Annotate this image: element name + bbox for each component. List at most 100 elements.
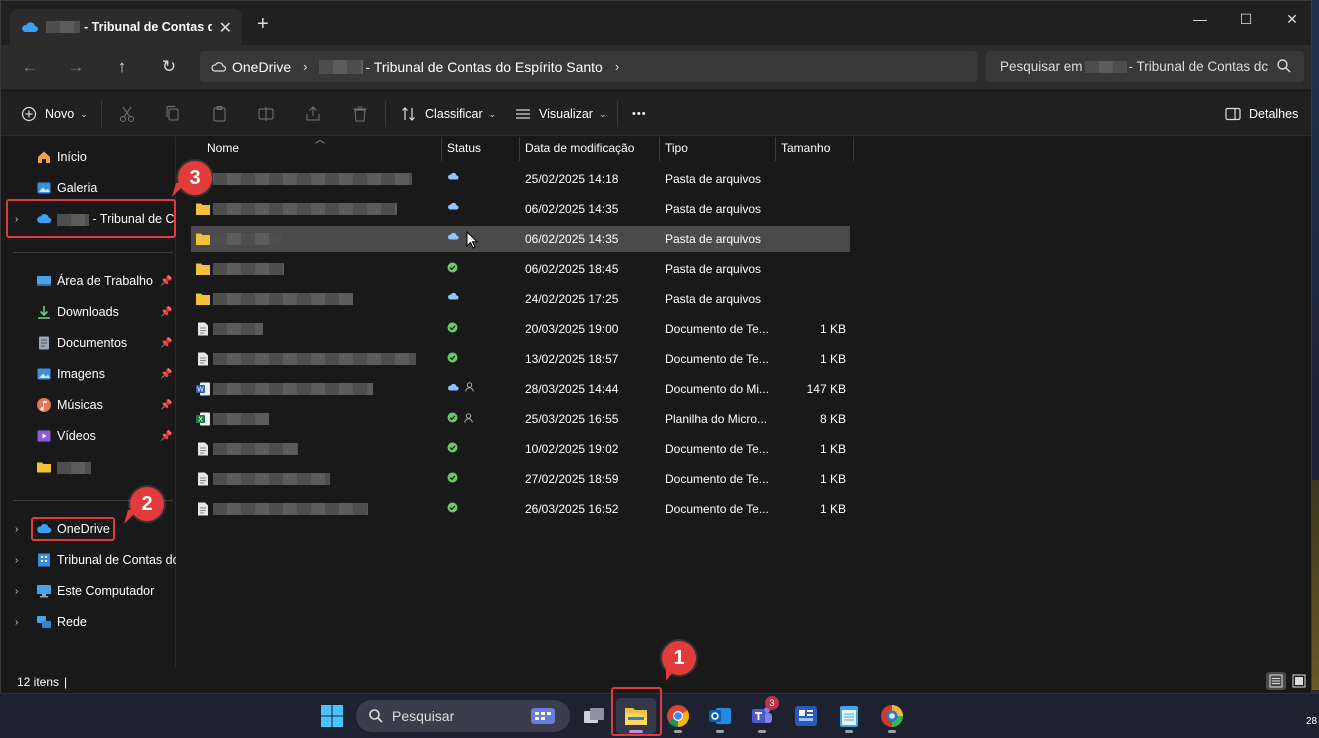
forward-button[interactable]: → bbox=[63, 55, 89, 79]
pin-icon[interactable]: 📌 bbox=[160, 338, 172, 349]
file-row[interactable]: 26/03/2025 16:52 Documento de Te... 1 KB bbox=[191, 496, 850, 522]
chevron-right-icon[interactable]: › bbox=[303, 59, 307, 74]
file-size: 8 KB bbox=[819, 412, 846, 426]
new-button[interactable]: Novo ⌄ bbox=[21, 103, 88, 125]
notification-badge: 3 bbox=[765, 696, 779, 710]
up-button[interactable]: ↑ bbox=[109, 55, 135, 79]
file-type: Documento de Te... bbox=[665, 352, 769, 366]
file-explorer-window: - Tribunal de Contas do ✕ + — ☐ ✕ ← → ↑ … bbox=[0, 0, 1312, 694]
rename-icon[interactable] bbox=[256, 104, 276, 124]
close-window-button[interactable]: ✕ bbox=[1269, 9, 1315, 29]
column-header-status[interactable]: Status bbox=[441, 137, 519, 161]
pin-icon[interactable]: 📌 bbox=[160, 431, 172, 442]
sidebar-item-documents[interactable]: Documentos 📌 bbox=[1, 330, 176, 356]
address-row: ← → ↑ ↻ OneDrive › - Tribunal de Contas … bbox=[1, 45, 1311, 90]
paste-icon[interactable] bbox=[210, 104, 230, 124]
breadcrumb-root[interactable]: OneDrive bbox=[232, 59, 291, 75]
sidebar-item-downloads[interactable]: Downloads 📌 bbox=[1, 299, 176, 325]
taskbar-search[interactable]: Pesquisar bbox=[356, 700, 570, 732]
chevron-right-icon[interactable]: › bbox=[15, 555, 18, 566]
delete-icon[interactable] bbox=[350, 104, 370, 124]
file-row[interactable]: 06/02/2025 14:35 Pasta de arquivos bbox=[191, 226, 850, 252]
breadcrumb-folder[interactable]: - Tribunal de Contas do Espírito Santo bbox=[365, 59, 602, 75]
column-header-modified[interactable]: Data de modificação bbox=[519, 137, 659, 161]
notepad-button[interactable] bbox=[829, 698, 869, 734]
new-tab-button[interactable]: + bbox=[257, 14, 269, 34]
pin-icon[interactable]: 📌 bbox=[160, 369, 172, 380]
details-view-button[interactable] bbox=[1266, 672, 1286, 690]
pin-icon[interactable]: 📌 bbox=[160, 400, 172, 411]
share-icon[interactable] bbox=[303, 104, 323, 124]
chevron-right-icon[interactable]: › bbox=[615, 59, 619, 74]
running-indicator bbox=[888, 730, 896, 733]
folder-file-icon bbox=[195, 202, 211, 216]
copy-icon[interactable] bbox=[163, 104, 183, 124]
company-portal-icon bbox=[795, 706, 817, 726]
large-icons-view-icon bbox=[1292, 674, 1306, 688]
file-status bbox=[447, 262, 458, 273]
sidebar-item-desktop[interactable]: Área de Trabalho 📌 bbox=[1, 268, 176, 294]
back-button[interactable]: ← bbox=[17, 55, 43, 79]
file-status bbox=[447, 202, 459, 210]
sidebar-item-home[interactable]: Início bbox=[1, 144, 176, 170]
sidebar-item-this-pc[interactable]: › Este Computador bbox=[1, 578, 176, 604]
synced-status-icon bbox=[447, 322, 458, 333]
edge-button[interactable] bbox=[872, 698, 912, 734]
maximize-button[interactable]: ☐ bbox=[1223, 9, 1269, 29]
column-header-size[interactable]: Tamanho bbox=[775, 137, 853, 161]
file-row[interactable]: 27/02/2025 18:59 Documento de Te... 1 KB bbox=[191, 466, 850, 492]
notepad-icon bbox=[840, 706, 858, 727]
close-tab-icon[interactable]: ✕ bbox=[219, 18, 232, 38]
minimize-button[interactable]: — bbox=[1177, 9, 1223, 29]
refresh-button[interactable]: ↻ bbox=[156, 55, 182, 79]
outlook-button[interactable] bbox=[700, 698, 740, 734]
sidebar-item-network[interactable]: › Rede bbox=[1, 609, 176, 635]
chevron-right-icon[interactable]: › bbox=[15, 524, 18, 535]
videos-icon bbox=[37, 430, 51, 442]
file-row[interactable]: 20/03/2025 19:00 Documento de Te... 1 KB bbox=[191, 316, 850, 342]
sidebar-item-videos[interactable]: Vídeos 📌 bbox=[1, 423, 176, 449]
chevron-right-icon[interactable]: › bbox=[15, 617, 18, 628]
item-count: 12 itens bbox=[17, 675, 60, 689]
pin-icon[interactable]: 📌 bbox=[160, 307, 172, 318]
pin-icon[interactable]: 📌 bbox=[160, 276, 172, 287]
file-row[interactable]: 13/02/2025 18:57 Documento de Te... 1 KB bbox=[191, 346, 850, 372]
company-portal-button[interactable] bbox=[786, 698, 826, 734]
details-button[interactable]: Detalhes bbox=[1225, 103, 1298, 125]
title-bar: - Tribunal de Contas do ✕ + — ☐ ✕ bbox=[1, 1, 1311, 45]
tab-explorer[interactable]: - Tribunal de Contas do ✕ bbox=[10, 9, 242, 45]
column-separator[interactable] bbox=[853, 137, 854, 161]
synced-status-icon bbox=[447, 352, 458, 363]
file-size: 1 KB bbox=[819, 442, 846, 456]
task-view-button[interactable] bbox=[574, 698, 614, 734]
search-icon[interactable] bbox=[1276, 58, 1292, 74]
file-status bbox=[447, 172, 459, 180]
search-input[interactable]: Pesquisar em - Tribunal de Contas dc bbox=[986, 51, 1304, 82]
sidebar-item-pictures[interactable]: Imagens 📌 bbox=[1, 361, 176, 387]
start-button[interactable] bbox=[312, 698, 352, 734]
teams-button[interactable]: 3 bbox=[742, 696, 782, 734]
sidebar-item-music[interactable]: Músicas 📌 bbox=[1, 392, 176, 418]
file-row[interactable]: W 28/03/2025 14:44 Documento do Mi... 147 K… bbox=[191, 376, 850, 402]
file-row[interactable]: X 25/03/2025 16:55 Planilha do Micro... 8 K… bbox=[191, 406, 850, 432]
sort-button[interactable]: Classificar ⌄ bbox=[401, 103, 496, 125]
file-row[interactable]: 06/02/2025 14:35 Pasta de arquivos bbox=[191, 196, 850, 222]
large-icons-view-button[interactable] bbox=[1289, 672, 1309, 690]
more-options-button[interactable]: ••• bbox=[632, 103, 647, 125]
chrome-button[interactable] bbox=[658, 698, 698, 734]
column-header-name[interactable]: Nome bbox=[201, 137, 441, 161]
cut-icon[interactable] bbox=[117, 104, 137, 124]
file-row[interactable]: 06/02/2025 18:45 Pasta de arquivos bbox=[191, 256, 850, 282]
file-row[interactable]: 25/02/2025 14:18 Pasta de arquivos bbox=[191, 166, 850, 192]
chevron-right-icon[interactable]: › bbox=[15, 586, 18, 597]
cloud-status-icon bbox=[447, 172, 459, 180]
sidebar-item-gallery[interactable]: Galeria bbox=[1, 175, 176, 201]
sidebar-item-tribunal[interactable]: › Tribunal de Contas do bbox=[1, 547, 176, 573]
address-bar[interactable]: OneDrive › - Tribunal de Contas do Espír… bbox=[200, 51, 978, 82]
file-row[interactable]: 10/02/2025 19:02 Documento de Te... 1 KB bbox=[191, 436, 850, 462]
sidebar-item-folder[interactable] bbox=[1, 454, 176, 480]
column-header-type[interactable]: Tipo bbox=[659, 137, 775, 161]
sidebar-item-label: Imagens bbox=[57, 367, 105, 381]
view-button[interactable]: Visualizar ⌄ bbox=[515, 103, 607, 125]
file-row[interactable]: 24/02/2025 17:25 Pasta de arquivos bbox=[191, 286, 850, 312]
